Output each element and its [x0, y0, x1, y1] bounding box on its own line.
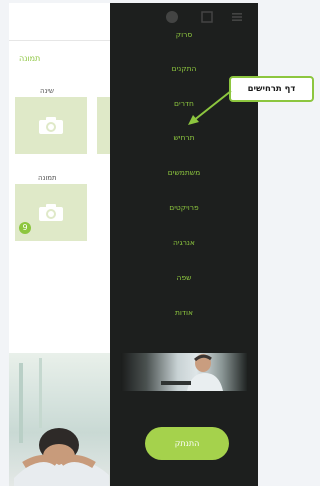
camera-icon — [39, 203, 63, 221]
menu-item-about[interactable]: אודות — [110, 308, 258, 317]
menu-icon[interactable] — [231, 11, 243, 23]
menu-item-projects[interactable]: פרויקטים — [110, 203, 258, 212]
image-tile[interactable] — [15, 97, 87, 154]
background-photo — [9, 353, 114, 486]
relaxing-person-image — [14, 358, 109, 486]
logout-button[interactable]: התנתק — [145, 427, 229, 460]
menu-item-devices[interactable]: התקנים — [110, 64, 258, 73]
header-divider — [9, 40, 114, 41]
page-title: תמונה — [19, 54, 41, 63]
person-with-laptop-image — [161, 354, 223, 391]
app-screen: תמונה שינה תמונה 9 סרוק התקנים חדרים תרח… — [9, 3, 258, 486]
menu-item-scan[interactable]: סרוק — [110, 30, 258, 39]
menu-item-scenario[interactable]: תרחיש — [110, 133, 258, 142]
user-icon[interactable] — [166, 11, 178, 23]
tutorial-callout: דף תרחישים — [229, 76, 314, 102]
menu-item-energy[interactable]: אנרגיה — [110, 238, 258, 247]
camera-icon — [39, 116, 63, 134]
tile-label: תמונה — [38, 174, 57, 182]
menu-item-language[interactable]: שפה — [110, 273, 258, 282]
drawer-header — [110, 3, 258, 33]
tile-label: שינה — [40, 87, 54, 95]
menu-item-users[interactable]: משתמשים — [110, 168, 258, 177]
drawer-photo — [121, 353, 247, 391]
square-icon[interactable] — [201, 11, 213, 23]
notification-badge: 9 — [19, 222, 31, 234]
